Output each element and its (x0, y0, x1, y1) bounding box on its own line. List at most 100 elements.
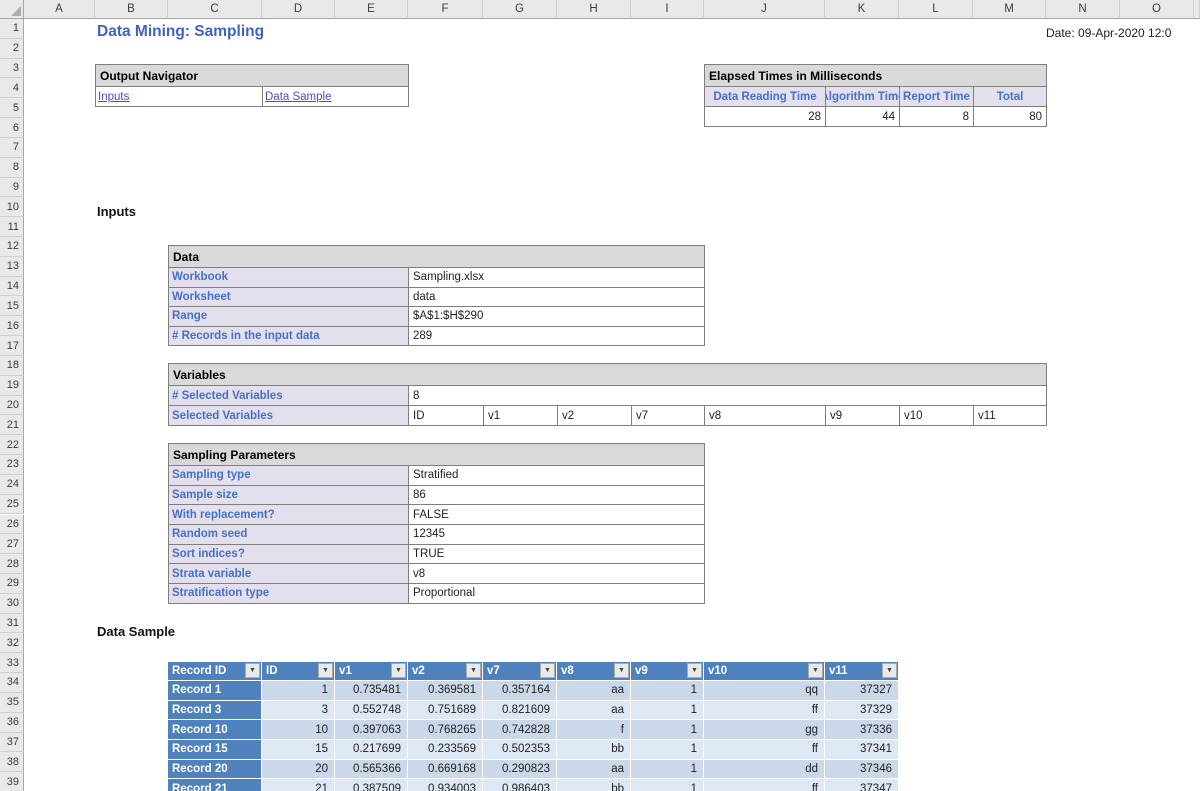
inputs-link[interactable]: Inputs (96, 87, 263, 106)
row-header-27[interactable]: 27 (0, 534, 24, 554)
table-row-value: FALSE (409, 505, 704, 524)
row-header-21[interactable]: 21 (0, 415, 24, 435)
row-header-33[interactable]: 33 (0, 653, 24, 673)
filter-dropdown-icon[interactable]: ▼ (614, 663, 629, 678)
sample-column-header-v11: v11▼ (825, 662, 899, 681)
filter-dropdown-icon[interactable]: ▼ (391, 663, 406, 678)
table-row-label: Random seed (169, 525, 409, 544)
row-header-17[interactable]: 17 (0, 336, 24, 356)
row-header-36[interactable]: 36 (0, 713, 24, 733)
row-header-1[interactable]: 1 (0, 19, 24, 39)
elapsed-value: 44 (826, 107, 900, 126)
row-header-24[interactable]: 24 (0, 475, 24, 495)
table-row-value: Proportional (409, 584, 704, 603)
row-header-11[interactable]: 11 (0, 217, 24, 237)
sample-data-cell: 0.768265 (408, 720, 483, 740)
row-header-31[interactable]: 31 (0, 614, 24, 634)
row-header-22[interactable]: 22 (0, 435, 24, 455)
column-header-F[interactable]: F (408, 0, 483, 19)
column-header-A[interactable]: A (24, 0, 95, 19)
sample-data-cell: 1 (631, 681, 704, 701)
row-header-25[interactable]: 25 (0, 495, 24, 515)
column-header-D[interactable]: D (262, 0, 335, 19)
sample-data-cell: aa (557, 701, 631, 721)
sample-data-cell: 0.934003 (408, 779, 483, 791)
sample-data-cell: 0.233569 (408, 740, 483, 760)
row-header-32[interactable]: 32 (0, 633, 24, 653)
row-header-16[interactable]: 16 (0, 316, 24, 336)
row-header-19[interactable]: 19 (0, 376, 24, 396)
column-header-O[interactable]: O (1120, 0, 1194, 19)
column-header-C[interactable]: C (168, 0, 262, 19)
row-header-30[interactable]: 30 (0, 594, 24, 614)
row-header-4[interactable]: 4 (0, 78, 24, 98)
row-header-26[interactable]: 26 (0, 515, 24, 535)
sample-data-cell: gg (704, 720, 825, 740)
column-header-G[interactable]: G (483, 0, 557, 19)
column-header-B[interactable]: B (95, 0, 168, 19)
filter-dropdown-icon[interactable]: ▼ (466, 663, 481, 678)
elapsed-times-table: Elapsed Times in Milliseconds Data Readi… (704, 64, 1047, 127)
row-header-3[interactable]: 3 (0, 59, 24, 79)
row-header-29[interactable]: 29 (0, 574, 24, 594)
column-header-E[interactable]: E (335, 0, 408, 19)
sample-data-cell: 0.217699 (335, 740, 408, 760)
column-header-N[interactable]: N (1046, 0, 1120, 19)
select-all-corner[interactable] (0, 0, 24, 19)
row-header-15[interactable]: 15 (0, 296, 24, 316)
sample-data-cell: 1 (631, 720, 704, 740)
filter-dropdown-icon[interactable]: ▼ (540, 663, 555, 678)
row-header-10[interactable]: 10 (0, 197, 24, 217)
column-header-I[interactable]: I (631, 0, 704, 19)
filter-dropdown-icon[interactable]: ▼ (882, 663, 897, 678)
row-header-5[interactable]: 5 (0, 98, 24, 118)
row-header-39[interactable]: 39 (0, 772, 24, 791)
row-header-37[interactable]: 37 (0, 733, 24, 753)
sample-column-header-v10: v10▼ (704, 662, 825, 681)
filter-dropdown-icon[interactable]: ▼ (245, 663, 260, 678)
row-header-18[interactable]: 18 (0, 356, 24, 376)
sample-data-cell: 0.290823 (483, 760, 557, 780)
elapsed-column-header: Total (974, 87, 1046, 106)
row-header-8[interactable]: 8 (0, 158, 24, 178)
row-header-9[interactable]: 9 (0, 178, 24, 198)
sample-data-cell: 0.387509 (335, 779, 408, 791)
column-header-K[interactable]: K (825, 0, 899, 19)
sample-data-cell: 37327 (825, 681, 899, 701)
row-header-7[interactable]: 7 (0, 138, 24, 158)
column-header-J[interactable]: J (704, 0, 825, 19)
sample-data-cell: 1 (262, 681, 335, 701)
sample-data-cell: aa (557, 681, 631, 701)
row-header-35[interactable]: 35 (0, 693, 24, 713)
row-header-28[interactable]: 28 (0, 554, 24, 574)
row-header-13[interactable]: 13 (0, 257, 24, 277)
inputs-section-heading: Inputs (97, 204, 136, 219)
data-sample-link[interactable]: Data Sample (263, 87, 408, 106)
row-header-6[interactable]: 6 (0, 118, 24, 138)
sample-data-cell: 0.742828 (483, 720, 557, 740)
row-header-34[interactable]: 34 (0, 673, 24, 693)
filter-dropdown-icon[interactable]: ▼ (318, 663, 333, 678)
row-header-14[interactable]: 14 (0, 277, 24, 297)
filter-dropdown-icon[interactable]: ▼ (808, 663, 823, 678)
sample-data-cell: ff (704, 779, 825, 791)
record-id-cell: Record 1 (168, 681, 262, 701)
column-header-H[interactable]: H (557, 0, 631, 19)
filter-dropdown-icon[interactable]: ▼ (687, 663, 702, 678)
row-header-23[interactable]: 23 (0, 455, 24, 475)
row-header-2[interactable]: 2 (0, 39, 24, 59)
row-header-20[interactable]: 20 (0, 396, 24, 416)
sample-column-header-v2: v2▼ (408, 662, 483, 681)
row-header-38[interactable]: 38 (0, 752, 24, 772)
column-header-partial[interactable] (1194, 0, 1200, 19)
row-header-12[interactable]: 12 (0, 237, 24, 257)
selected-variable-cell: v9 (826, 406, 900, 425)
sample-data-cell: bb (557, 740, 631, 760)
column-header-M[interactable]: M (973, 0, 1046, 19)
selected-variable-cell: v8 (705, 406, 826, 425)
sample-data-cell: 0.502353 (483, 740, 557, 760)
column-header-L[interactable]: L (899, 0, 973, 19)
sample-data-cell: 37346 (825, 760, 899, 780)
sample-data-cell: 1 (631, 760, 704, 780)
table-row-label: Stratification type (169, 584, 409, 603)
